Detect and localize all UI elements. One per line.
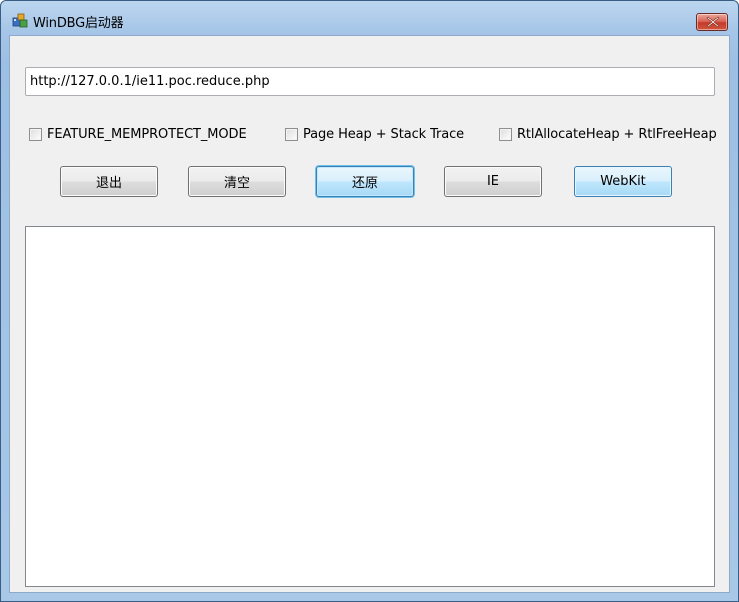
option-label: RtlAllocateHeap + RtlFreeHeap xyxy=(517,126,717,142)
checkbox[interactable] xyxy=(499,127,512,141)
checkbox[interactable] xyxy=(29,127,42,141)
checkbox[interactable] xyxy=(285,127,298,141)
url-input[interactable]: http://127.0.0.1/ie11.poc.reduce.php xyxy=(25,67,715,96)
exit-button[interactable]: 退出 xyxy=(60,166,158,197)
webkit-button[interactable]: WebKit xyxy=(574,166,672,197)
title-bar[interactable]: WinDBG启动器 xyxy=(1,1,738,35)
option-label: Page Heap + Stack Trace xyxy=(303,126,465,142)
option-label: FEATURE_MEMPROTECT_MODE xyxy=(47,126,247,142)
close-icon xyxy=(706,16,720,28)
output-textarea[interactable] xyxy=(25,226,715,587)
window-title: WinDBG启动器 xyxy=(33,16,124,31)
windbg-app-icon xyxy=(12,12,28,28)
option-rtlallocateheap-rtlfreeheap[interactable]: RtlAllocateHeap + RtlFreeHeap xyxy=(499,126,717,142)
client-area: http://127.0.0.1/ie11.poc.reduce.php FEA… xyxy=(9,35,730,593)
clear-button[interactable]: 清空 xyxy=(188,166,286,197)
app-window: WinDBG启动器 http://127.0.0.1/ie11.poc.redu… xyxy=(0,0,739,602)
close-button[interactable] xyxy=(696,13,728,31)
ie-button[interactable]: IE xyxy=(444,166,542,197)
option-page-heap-stack-trace[interactable]: Page Heap + Stack Trace xyxy=(285,126,464,142)
restore-button[interactable]: 还原 xyxy=(316,166,414,197)
option-feature-memprotect-mode[interactable]: FEATURE_MEMPROTECT_MODE xyxy=(29,126,247,142)
